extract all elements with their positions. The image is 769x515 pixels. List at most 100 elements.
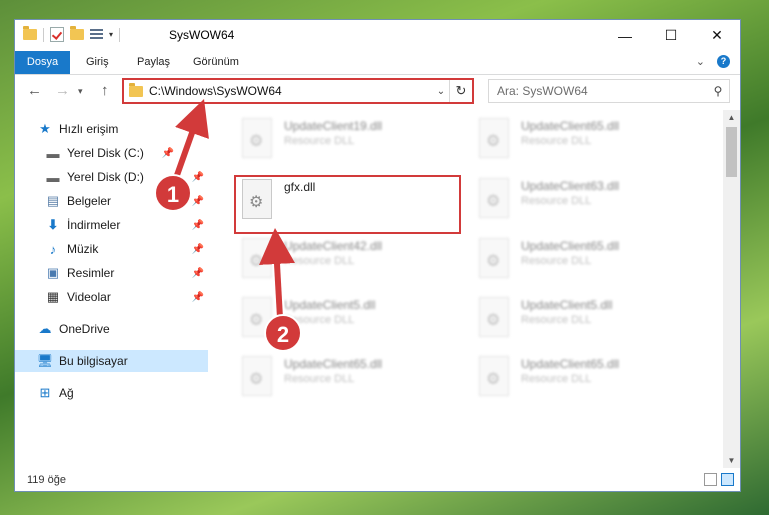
pin-icon[interactable]: 📌 bbox=[192, 292, 204, 303]
expand-ribbon-icon[interactable]: ⌄ bbox=[696, 55, 705, 68]
network-icon: ⊞ bbox=[39, 385, 51, 400]
file-tile[interactable]: UpdateClient42.dll Resource DLL bbox=[236, 232, 466, 282]
file-tile[interactable]: UpdateClient63.dll Resource DLL bbox=[473, 172, 703, 222]
tab-home[interactable]: Giriş bbox=[86, 51, 109, 74]
pin-icon[interactable]: 📌 bbox=[192, 244, 204, 255]
cloud-icon: ☁ bbox=[38, 321, 52, 336]
file-list: UpdateClient19.dll Resource DLL gfx.dll … bbox=[216, 110, 726, 468]
music-icon: ♪ bbox=[49, 241, 57, 257]
nav-label: Resimler bbox=[67, 266, 115, 280]
view-switcher bbox=[704, 473, 734, 486]
folder-icon bbox=[23, 26, 37, 40]
file-tile[interactable]: UpdateClient65.dll Resource DLL bbox=[473, 112, 703, 162]
properties-check-icon[interactable] bbox=[50, 27, 64, 42]
tab-file[interactable]: Dosya bbox=[15, 51, 70, 74]
maximize-button[interactable]: ☐ bbox=[648, 20, 694, 51]
nav-pictures[interactable]: ▣ Resimler 📌 bbox=[15, 262, 208, 284]
step-2-badge: 2 bbox=[264, 314, 302, 352]
file-tile[interactable]: UpdateClient65.dll Resource DLL bbox=[473, 232, 703, 282]
nav-drive-c[interactable]: ▬ Yerel Disk (C:) 📌 bbox=[15, 142, 178, 164]
tab-share[interactable]: Paylaş bbox=[137, 51, 170, 74]
details-view-icon[interactable] bbox=[704, 473, 717, 486]
file-type: Resource DLL bbox=[521, 314, 592, 326]
nav-label: Belgeler bbox=[67, 194, 112, 208]
nav-quick-access[interactable]: ★ Hızlı erişim bbox=[15, 118, 208, 140]
star-icon: ★ bbox=[39, 121, 51, 136]
pin-icon[interactable]: 📌 bbox=[162, 148, 174, 159]
file-type: Resource DLL bbox=[284, 135, 355, 147]
address-row: ← → ▾ ↑ C:\Windows\SysWOW64 ⌄ ↻ Ara: Sys… bbox=[15, 75, 740, 108]
scroll-thumb[interactable] bbox=[726, 127, 737, 177]
file-tile[interactable]: UpdateClient65.dll Resource DLL bbox=[236, 350, 466, 400]
drive-icon: ▬ bbox=[46, 145, 60, 161]
nav-label: Yerel Disk (D:) bbox=[67, 170, 144, 184]
file-name: UpdateClient5.dll bbox=[521, 298, 613, 312]
nav-this-pc[interactable]: 🖥 Bu bilgisayar bbox=[15, 350, 208, 372]
nav-downloads[interactable]: ⬇ İndirmeler 📌 bbox=[15, 214, 208, 236]
nav-label: Hızlı erişim bbox=[59, 122, 119, 136]
file-type: Resource DLL bbox=[521, 255, 592, 267]
status-bar: 119 öğe bbox=[15, 469, 740, 491]
search-icon[interactable]: ⚲ bbox=[707, 84, 729, 98]
customize-list-icon[interactable] bbox=[90, 28, 103, 41]
nav-label: Ağ bbox=[59, 386, 74, 400]
file-type: Resource DLL bbox=[284, 373, 355, 385]
dll-file-icon bbox=[479, 297, 509, 337]
scroll-down-icon[interactable]: ▼ bbox=[723, 456, 740, 465]
search-input[interactable]: Ara: SysWOW64 bbox=[489, 84, 707, 98]
nav-network[interactable]: ⊞ Ağ bbox=[15, 382, 208, 404]
tab-view[interactable]: Görünüm bbox=[193, 51, 239, 74]
pin-icon[interactable]: 📌 bbox=[192, 220, 204, 231]
search-box[interactable]: Ara: SysWOW64 ⚲ bbox=[488, 79, 730, 103]
nav-label: Yerel Disk (C:) bbox=[67, 146, 144, 160]
pin-icon[interactable]: 📌 bbox=[192, 196, 204, 207]
dll-file-icon bbox=[479, 178, 509, 218]
download-icon: ⬇ bbox=[47, 217, 59, 232]
file-highlight-box bbox=[234, 175, 461, 234]
up-arrow-icon[interactable]: ↑ bbox=[101, 82, 109, 99]
dll-file-icon bbox=[242, 238, 272, 278]
nav-music[interactable]: ♪ Müzik 📌 bbox=[15, 238, 208, 260]
file-tile[interactable]: UpdateClient65.dll Resource DLL bbox=[473, 350, 703, 400]
nav-label: İndirmeler bbox=[67, 218, 121, 232]
back-arrow-icon[interactable]: ← bbox=[27, 82, 42, 99]
drive-icon: ▬ bbox=[46, 169, 60, 185]
pin-icon[interactable]: 📌 bbox=[192, 268, 204, 279]
file-name: UpdateClient42.dll bbox=[284, 239, 383, 253]
step-1-badge: 1 bbox=[154, 174, 192, 212]
scroll-up-icon[interactable]: ▲ bbox=[723, 113, 740, 122]
pin-icon[interactable]: 📌 bbox=[192, 172, 204, 183]
divider bbox=[119, 27, 121, 42]
forward-arrow-icon[interactable]: → bbox=[55, 82, 70, 99]
file-name: UpdateClient63.dll bbox=[521, 179, 620, 193]
dll-file-icon bbox=[479, 238, 509, 278]
dll-file-icon bbox=[242, 356, 272, 396]
file-tile[interactable]: UpdateClient5.dll Resource DLL bbox=[473, 291, 703, 341]
divider bbox=[43, 27, 44, 42]
ribbon-controls: ⌄ ? bbox=[696, 55, 730, 68]
title-bar: ▾ SysWOW64 — ☐ ✕ bbox=[15, 20, 740, 51]
file-name: UpdateClient65.dll bbox=[521, 357, 620, 371]
file-name: UpdateClient65.dll bbox=[521, 119, 620, 133]
file-name: UpdateClient65.dll bbox=[284, 357, 383, 371]
nav-label: Müzik bbox=[67, 242, 99, 256]
file-type: Resource DLL bbox=[521, 195, 592, 207]
help-icon[interactable]: ? bbox=[717, 55, 730, 68]
item-count: 119 öğe bbox=[27, 474, 66, 486]
qat-dropdown-icon[interactable]: ▾ bbox=[109, 30, 113, 39]
minimize-button[interactable]: — bbox=[602, 20, 648, 51]
dll-file-icon bbox=[479, 356, 509, 396]
recent-dropdown-icon[interactable]: ▾ bbox=[78, 86, 83, 97]
close-button[interactable]: ✕ bbox=[694, 20, 740, 51]
nav-onedrive[interactable]: ☁ OneDrive bbox=[15, 318, 208, 340]
nav-videos[interactable]: ▦ Videolar 📌 bbox=[15, 286, 208, 308]
tiles-view-icon[interactable] bbox=[721, 473, 734, 486]
quick-access-toolbar: ▾ bbox=[23, 26, 121, 42]
new-folder-icon[interactable] bbox=[70, 26, 84, 40]
file-name: UpdateClient5.dll bbox=[284, 298, 376, 312]
file-name: UpdateClient65.dll bbox=[521, 239, 620, 253]
nav-label: OneDrive bbox=[59, 322, 110, 336]
file-tile[interactable]: UpdateClient19.dll Resource DLL bbox=[236, 112, 466, 162]
vertical-scrollbar[interactable]: ▲ ▼ bbox=[723, 110, 740, 468]
address-highlight-box bbox=[122, 78, 474, 104]
